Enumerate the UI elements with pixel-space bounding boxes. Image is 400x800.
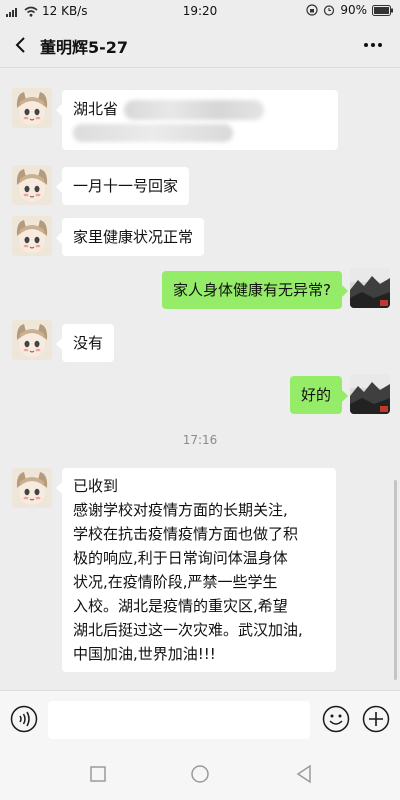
- message-text-line: 极的响应,利于日常询问体温身体: [73, 549, 288, 567]
- message-text: 湖北省: [73, 100, 119, 118]
- cat-avatar-icon: [12, 88, 52, 128]
- status-bar: 12 KB/s 19:20 90%: [0, 0, 400, 22]
- message-bubble-received[interactable]: 没有: [55, 324, 115, 362]
- message-text: 家人身体健康有无异常?: [173, 281, 331, 299]
- message-text: 好的: [300, 386, 331, 404]
- message-input[interactable]: [48, 701, 310, 739]
- message-bubble-received[interactable]: 已收到 感谢学校对疫情方面的长期关注, 学校在抗击疫情疫情方面也做了积 极的响应…: [56, 468, 336, 672]
- contact-avatar[interactable]: [12, 320, 52, 360]
- contact-avatar[interactable]: [12, 165, 52, 205]
- cat-avatar-icon: [12, 216, 52, 256]
- chat-header: 董明辉5-27: [0, 22, 400, 68]
- battery-icon: [372, 4, 393, 16]
- cat-avatar-icon: [12, 165, 52, 205]
- message-text-line: 中国加油,世界加油!!!: [73, 645, 216, 663]
- message-text: 家里健康状况正常: [73, 228, 194, 246]
- square-icon[interactable]: [86, 762, 110, 786]
- circle-icon[interactable]: [188, 762, 212, 786]
- message-text-line: 入校。湖北是疫情的重灾区,希望: [73, 597, 288, 615]
- contact-avatar[interactable]: [12, 468, 52, 508]
- voice-icon[interactable]: [10, 705, 38, 733]
- battery-percent: 90%: [340, 3, 367, 17]
- chat-scrollbar[interactable]: [394, 480, 397, 680]
- more-dots-icon[interactable]: [362, 34, 384, 56]
- chevron-left-icon[interactable]: [10, 34, 32, 56]
- chat-timestamp: 17:16: [182, 433, 218, 447]
- message-text-line: 湖北后挺过这一次灾难。武汉加油,: [73, 621, 303, 639]
- lock-rotation-icon: [306, 4, 318, 16]
- input-bar: [0, 690, 400, 748]
- user-avatar[interactable]: [350, 268, 390, 308]
- message-bubble-sent[interactable]: 好的: [289, 376, 349, 414]
- redacted-blur: [124, 99, 265, 120]
- user-avatar[interactable]: [350, 374, 390, 414]
- cat-avatar-icon: [12, 320, 52, 360]
- chat-title: 董明辉5-27: [40, 38, 129, 57]
- contact-avatar[interactable]: [12, 88, 52, 128]
- plus-icon[interactable]: [362, 705, 390, 733]
- message-text-line: 已收到: [73, 477, 119, 495]
- emoji-icon[interactable]: [322, 705, 350, 733]
- triangle-back-icon[interactable]: [292, 762, 316, 786]
- message-text-line: 状况,在疫情阶段,严禁一些学生: [73, 573, 278, 591]
- cat-avatar-icon: [12, 468, 52, 508]
- message-bubble-received[interactable]: 一月十一号回家: [55, 167, 190, 205]
- system-nav-bar: [0, 748, 400, 800]
- contact-avatar[interactable]: [12, 216, 52, 256]
- landscape-avatar-icon: [350, 268, 390, 308]
- message-text: 一月十一号回家: [73, 177, 179, 195]
- message-text: 没有: [73, 334, 104, 352]
- landscape-avatar-icon: [350, 374, 390, 414]
- message-bubble-sent[interactable]: 家人身体健康有无异常?: [162, 271, 348, 309]
- message-bubble-received[interactable]: 湖北省: [56, 90, 338, 150]
- message-text-line: 学校在抗击疫情疫情方面也做了积: [73, 525, 299, 543]
- alarm-icon: [324, 5, 335, 16]
- message-text-line: 感谢学校对疫情方面的长期关注,: [73, 501, 288, 519]
- message-bubble-received[interactable]: 家里健康状况正常: [55, 218, 205, 256]
- redacted-blur: [73, 123, 233, 142]
